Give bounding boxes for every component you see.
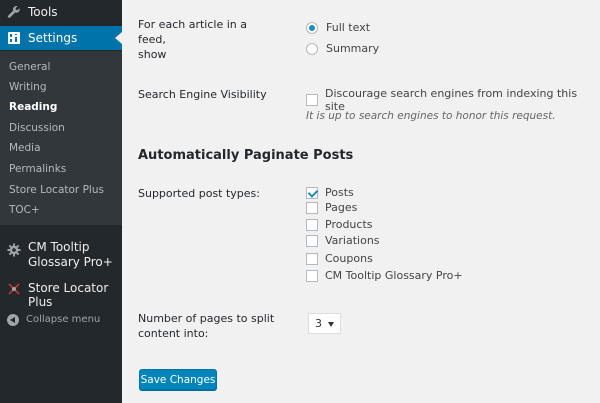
feed-summary-option[interactable]: Summary — [306, 42, 379, 55]
feed-label: For each article in a feed, show — [138, 17, 278, 62]
post-types-label: Supported post types: — [138, 187, 260, 200]
gear-icon — [6, 242, 22, 258]
posts-checkbox[interactable] — [306, 186, 318, 199]
pages-checkbox[interactable] — [306, 201, 318, 214]
paginate-section-title: Automatically Paginate Posts — [138, 148, 354, 163]
feed-full-text-option[interactable]: Full text — [306, 21, 370, 34]
discourage-checkbox[interactable] — [306, 94, 318, 106]
menu-cm-tooltip[interactable]: CM Tooltip Glossary Pro+ — [0, 240, 122, 274]
admin-sidebar: Tools Settings General Writing Reading D… — [0, 0, 122, 403]
menu-cm-tooltip-line1: CM Tooltip — [28, 240, 90, 254]
submenu-media[interactable]: Media — [9, 142, 41, 154]
save-changes-button[interactable]: Save Changes — [139, 369, 217, 390]
pages-split-line2: content into: — [138, 327, 209, 340]
summary-label: Summary — [326, 42, 380, 55]
pages-split-select[interactable]: 3 — [308, 313, 341, 334]
variations-label: Variations — [325, 234, 380, 247]
submenu-general[interactable]: General — [9, 61, 50, 73]
collapse-arrow-icon — [7, 314, 19, 326]
post-type-products[interactable]: Products — [306, 218, 373, 231]
collapse-menu-button[interactable]: Collapse menu — [0, 313, 122, 329]
coupons-checkbox[interactable] — [306, 252, 318, 265]
full-text-label: Full text — [326, 21, 371, 34]
settings-submenu: General Writing Reading Discussion Media… — [0, 51, 122, 225]
menu-settings-label: Settings — [28, 31, 78, 45]
menu-cm-tooltip-line2: Glossary Pro+ — [28, 255, 113, 269]
menu-tools[interactable]: Tools — [0, 0, 122, 24]
wrench-icon — [6, 4, 22, 20]
post-type-variations[interactable]: Variations — [306, 234, 380, 247]
settings-icon — [6, 30, 22, 46]
pages-split-label: Number of pages to split content into: — [138, 311, 278, 341]
settings-form: For each article in a feed, show Full tex… — [122, 0, 600, 403]
current-menu-arrow — [115, 32, 122, 44]
post-type-pages[interactable]: Pages — [306, 201, 357, 214]
menu-store-locator-plus[interactable]: Store Locator Plus — [0, 279, 122, 309]
menu-store-locator-label: Store Locator Plus — [28, 281, 109, 309]
submenu-reading[interactable]: Reading — [9, 101, 57, 113]
menu-settings[interactable]: Settings — [0, 26, 122, 50]
chevron-down-icon — [328, 322, 334, 327]
products-label: Products — [325, 218, 373, 231]
coupons-label: Coupons — [325, 252, 373, 265]
feed-label-line2: show — [138, 48, 167, 61]
posts-label: Posts — [325, 186, 354, 199]
cm-tooltip-label: CM Tooltip Glossary Pro+ — [325, 269, 463, 282]
pages-label: Pages — [325, 201, 358, 214]
pages-split-value: 3 — [315, 317, 322, 330]
submenu-toc-plus[interactable]: TOC+ — [9, 204, 40, 216]
cm-tooltip-checkbox[interactable] — [306, 269, 318, 282]
post-type-cm-tooltip[interactable]: CM Tooltip Glossary Pro+ — [306, 269, 463, 282]
visibility-hint: It is up to search engines to honor this… — [306, 110, 556, 122]
menu-tools-label: Tools — [28, 5, 58, 19]
products-checkbox[interactable] — [306, 218, 318, 231]
submenu-writing[interactable]: Writing — [9, 81, 47, 93]
pages-split-line1: Number of pages to split — [138, 312, 275, 325]
post-type-posts[interactable]: Posts — [306, 186, 354, 199]
location-pin-icon — [6, 281, 22, 297]
feed-label-line1: For each article in a feed, — [138, 18, 247, 46]
variations-checkbox[interactable] — [306, 234, 318, 247]
submenu-discussion[interactable]: Discussion — [9, 122, 65, 134]
full-text-radio[interactable] — [306, 21, 318, 34]
visibility-label: Search Engine Visibility — [138, 88, 267, 101]
collapse-menu-label: Collapse menu — [26, 314, 101, 325]
submenu-permalinks[interactable]: Permalinks — [9, 163, 66, 175]
summary-radio[interactable] — [306, 42, 318, 55]
post-type-coupons[interactable]: Coupons — [306, 252, 373, 265]
menu-cm-tooltip-label: CM Tooltip Glossary Pro+ — [28, 240, 113, 270]
submenu-store-locator-plus[interactable]: Store Locator Plus — [9, 184, 104, 196]
